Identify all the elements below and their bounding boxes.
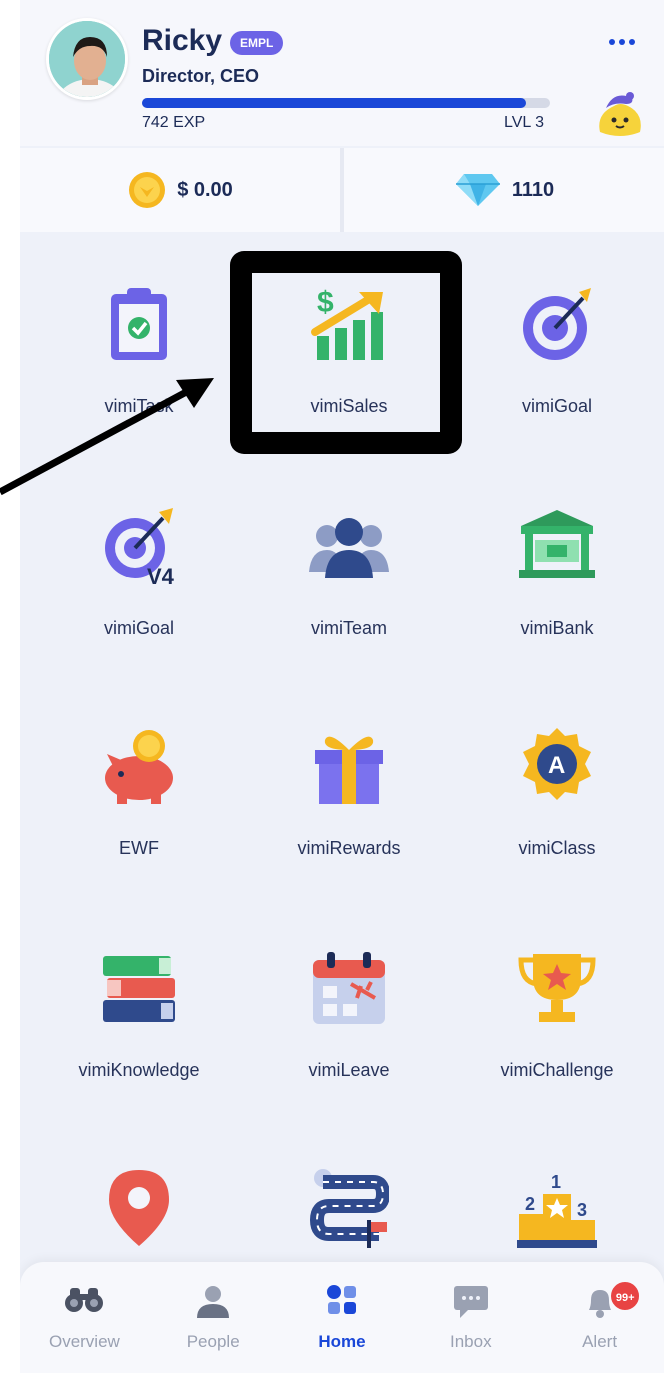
app-vimigoal[interactable]: vimiGoal: [450, 232, 664, 432]
bottom-nav: Overview People Home Inbox 99+ Alert: [20, 1262, 664, 1373]
app-label: vimiKnowledge: [78, 1060, 200, 1080]
xp-progress-bar: [142, 98, 550, 108]
coin-amount: $ 0.00: [177, 178, 233, 201]
app-label: vimiTask: [104, 396, 174, 416]
app-label: vimiSales: [310, 396, 388, 416]
user-role: Director, CEO: [142, 66, 260, 86]
trophy-icon: [518, 954, 596, 1022]
role-badge: EMPL: [230, 31, 284, 55]
gem-amount: 1110: [511, 178, 555, 201]
app-vimiknowledge[interactable]: vimiKnowledge: [32, 896, 246, 1096]
app-label: vimiGoal: [103, 618, 174, 638]
app-vimirewards[interactable]: vimiRewards: [242, 674, 456, 874]
balance-bar: $ 0.00 1110: [20, 148, 664, 232]
app-vimisales[interactable]: $ vimiSales: [242, 232, 456, 432]
app-screen: Ricky EMPL Director, CEO 742 EXP LVL 3 $…: [20, 0, 664, 1373]
coin-balance[interactable]: $ 0.00: [20, 148, 340, 232]
svg-text:1: 1: [551, 1172, 561, 1192]
app-label: vimiRewards: [297, 838, 401, 858]
calendar-flight-icon: [313, 952, 385, 1024]
podium-icon: 1 2 3: [517, 1172, 597, 1248]
gift-icon: [315, 736, 383, 804]
location-pin-icon: [109, 1170, 169, 1246]
svg-text:V4: V4: [147, 564, 175, 586]
nav-alert[interactable]: 99+ Alert: [535, 1262, 664, 1373]
diamond-icon: [455, 174, 500, 206]
mascot-icon[interactable]: [592, 84, 648, 144]
piggy-bank-icon: [105, 730, 173, 804]
svg-text:A: A: [548, 752, 565, 779]
more-dots-icon[interactable]: [602, 30, 642, 54]
road-journey-icon: [309, 1169, 389, 1248]
nav-people[interactable]: People: [149, 1262, 278, 1373]
app-vimibank[interactable]: vimiBank: [450, 454, 664, 654]
target-icon: [523, 288, 591, 360]
app-label: EWF: [119, 838, 159, 858]
team-icon: [309, 518, 389, 578]
clipboard-check-icon: [111, 288, 167, 360]
binoculars-icon: [65, 1288, 104, 1312]
app-vimiclass[interactable]: A vimiClass: [450, 674, 664, 874]
coin-icon: [129, 172, 166, 208]
alert-count-badge: 99+: [609, 1280, 642, 1312]
xp-progress-fill: [142, 98, 526, 108]
gem-balance[interactable]: 1110: [344, 148, 664, 232]
nav-label: Alert: [582, 1332, 618, 1351]
nav-inbox[interactable]: Inbox: [406, 1262, 535, 1373]
sales-growth-icon: $: [311, 286, 383, 360]
app-vimiteam[interactable]: vimiTeam: [242, 454, 456, 654]
app-label: vimiChallenge: [500, 1060, 614, 1080]
app-vimileave[interactable]: vimiLeave: [242, 896, 456, 1096]
nav-home[interactable]: Home: [278, 1262, 407, 1373]
app-label: vimiBank: [520, 618, 594, 638]
nav-label: Home: [318, 1332, 366, 1351]
app-vimichallenge[interactable]: vimiChallenge: [450, 896, 664, 1096]
chat-icon: [453, 1286, 488, 1318]
app-label: vimiTeam: [310, 618, 387, 638]
books-icon: [103, 956, 175, 1022]
exp-text: 742 EXP: [142, 114, 206, 131]
svg-text:3: 3: [577, 1200, 587, 1220]
app-label: vimiLeave: [308, 1060, 390, 1080]
user-name: Ricky: [142, 24, 223, 57]
nav-label: People: [186, 1332, 240, 1351]
nav-label: Overview: [48, 1332, 120, 1351]
app-label: vimiGoal: [521, 396, 592, 416]
app-vimigoal-v4[interactable]: V4 vimiGoal: [32, 454, 246, 654]
app-ewf[interactable]: EWF: [32, 674, 246, 874]
svg-text:2: 2: [525, 1194, 535, 1214]
avatar[interactable]: [46, 18, 128, 100]
bank-icon: [519, 510, 595, 578]
target-v4-icon: V4: [105, 508, 175, 586]
person-icon: [197, 1286, 230, 1318]
app-vimitask[interactable]: vimiTask: [32, 232, 246, 432]
level-text: LVL 3: [504, 114, 545, 131]
home-grid-icon: [326, 1285, 356, 1314]
profile-header: Ricky EMPL Director, CEO 742 EXP LVL 3: [20, 0, 664, 146]
nav-label: Inbox: [449, 1332, 492, 1351]
app-label: vimiClass: [518, 838, 596, 858]
class-badge-icon: A: [523, 728, 591, 800]
svg-text:$: $: [317, 286, 334, 319]
nav-overview[interactable]: Overview: [20, 1262, 149, 1373]
